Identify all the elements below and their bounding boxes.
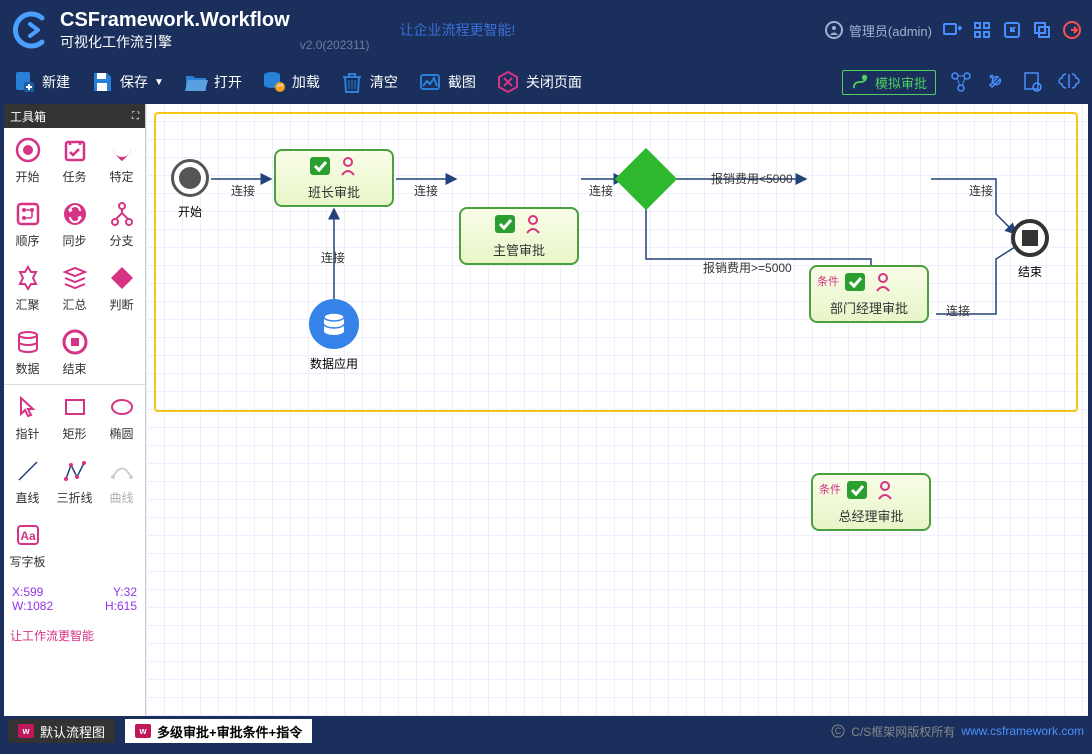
edge-label: 连接 <box>589 182 613 199</box>
edge-label: 连接 <box>231 182 255 199</box>
tool-textpad[interactable]: Aa写字板 <box>4 513 51 577</box>
tab-icon: w <box>18 724 34 738</box>
logo-icon <box>10 10 50 50</box>
node-dept-manager-approval[interactable]: 条件 部门经理审批 <box>809 265 929 323</box>
copyright-text: C/S框架网版权所有 <box>851 723 955 740</box>
save-button[interactable]: 保存 ▼ <box>90 70 164 94</box>
new-button[interactable]: 新建 <box>12 70 70 94</box>
close-hex-icon <box>496 70 520 94</box>
simulate-icon <box>851 73 869 91</box>
toolbox-header: 工具箱 ⛶ <box>4 104 145 128</box>
tool-end[interactable]: 结束 <box>51 320 98 384</box>
node-start[interactable]: 开始 <box>171 159 209 197</box>
slogan-text: 让企业流程更智能! <box>400 20 516 40</box>
main-toolbar: 新建 保存 ▼ 打开 加载 清空 截图 关闭页面 模拟审批 <box>0 60 1092 104</box>
person-icon <box>524 213 546 235</box>
tool-judge[interactable]: 判断 <box>98 256 145 320</box>
nodes-icon[interactable] <box>950 71 972 93</box>
toolbox-expand-icon[interactable]: ⛶ <box>132 111 139 122</box>
settings-doc-icon[interactable] <box>1022 71 1044 93</box>
tool-sync[interactable]: 同步 <box>51 192 98 256</box>
edge-label: 连接 <box>969 182 993 199</box>
screenshot-icon <box>418 70 442 94</box>
node-end[interactable]: 结束 <box>1011 219 1049 257</box>
tool-rect[interactable]: 矩形 <box>51 385 98 449</box>
user-icon <box>825 21 843 39</box>
edge-label: 连接 <box>321 249 345 266</box>
load-button[interactable]: 加载 <box>262 70 320 94</box>
tool-branch[interactable]: 分支 <box>98 192 145 256</box>
brain-icon[interactable] <box>1058 71 1080 93</box>
person-icon <box>339 155 361 177</box>
copy-icon[interactable] <box>1032 20 1052 40</box>
clipboard-check-icon <box>307 155 333 177</box>
tab-icon: w <box>135 724 151 738</box>
svg-text:Aa: Aa <box>20 529 36 543</box>
new-file-icon <box>12 70 36 94</box>
tool-summary[interactable]: 汇总 <box>51 256 98 320</box>
wrench-icon[interactable] <box>986 71 1008 93</box>
tab-multilevel-approval[interactable]: w 多级审批+审批条件+指令 <box>125 719 312 743</box>
open-button[interactable]: 打开 <box>184 70 242 94</box>
clipboard-check-icon <box>842 271 868 293</box>
node-team-leader-approval[interactable]: 班长审批 <box>274 149 394 207</box>
tool-merge[interactable]: 汇聚 <box>4 256 51 320</box>
tool-ellipse[interactable]: 椭圆 <box>98 385 145 449</box>
app-header: CSFramework.Workflow 可视化工作流引擎 v2.0(20231… <box>0 0 1092 60</box>
close-page-button[interactable]: 关闭页面 <box>496 70 582 94</box>
layout-icon[interactable] <box>942 20 962 40</box>
tool-data[interactable]: 数据 <box>4 320 51 384</box>
svg-text:C: C <box>835 726 842 736</box>
footer-bar: w 默认流程图 w 多级审批+审批条件+指令 C C/S框架网版权所有 www.… <box>0 716 1092 746</box>
toolbox-panel: 工具箱 ⛶ 开始 任务 特定 顺序 同步 分支 汇聚 汇总 判断 数据 结束 指… <box>4 104 146 716</box>
tool-task[interactable]: 任务 <box>51 128 98 192</box>
grid-icon[interactable] <box>972 20 992 40</box>
edge-label: 连接 <box>414 182 438 199</box>
user-name: 管理员(admin) <box>849 21 932 40</box>
clipboard-check-icon <box>492 213 518 235</box>
simulate-approval-button[interactable]: 模拟审批 <box>842 70 936 95</box>
chevron-down-icon: ▼ <box>154 77 164 88</box>
tool-start[interactable]: 开始 <box>4 128 51 192</box>
open-folder-icon <box>184 70 208 94</box>
coordinates-display: X:599Y:32 W:1082H:615 <box>4 577 145 621</box>
exit-icon[interactable] <box>1062 20 1082 40</box>
trash-icon <box>340 70 364 94</box>
edge-label-cond-lt: 报销费用<5000 <box>711 170 793 187</box>
node-decision[interactable] <box>624 157 668 201</box>
node-supervisor-approval[interactable]: 主管审批 <box>459 207 579 265</box>
node-data-app[interactable]: 数据应用 <box>309 299 359 349</box>
tab-default-flowchart[interactable]: w 默认流程图 <box>8 719 115 743</box>
save-icon <box>90 70 114 94</box>
edge-label: 连接 <box>946 302 970 319</box>
person-icon <box>876 479 898 501</box>
database-icon <box>319 309 349 339</box>
tool-sequence[interactable]: 顺序 <box>4 192 51 256</box>
version-label: v2.0(202311) <box>300 38 370 52</box>
import-icon[interactable] <box>1002 20 1022 40</box>
clipboard-check-icon <box>844 479 870 501</box>
database-load-icon <box>262 70 286 94</box>
screenshot-button[interactable]: 截图 <box>418 70 476 94</box>
workflow-canvas[interactable]: 开始 班长审批 主管审批 条件 部门经理审批 <box>146 104 1088 716</box>
main-area: 工具箱 ⛶ 开始 任务 特定 顺序 同步 分支 汇聚 汇总 判断 数据 结束 指… <box>4 104 1088 716</box>
info-icon: C <box>831 724 845 738</box>
tool-specific[interactable]: 特定 <box>98 128 145 192</box>
node-gm-approval[interactable]: 条件 总经理审批 <box>811 473 931 531</box>
toolbox-footer-text: 让工作流更智能 <box>4 621 145 650</box>
tool-line[interactable]: 直线 <box>4 449 51 513</box>
app-title: CSFramework.Workflow <box>60 9 290 32</box>
edge-label-cond-gte: 报销费用>=5000 <box>703 259 792 276</box>
person-icon <box>874 271 896 293</box>
tool-polyline[interactable]: 三折线 <box>51 449 98 513</box>
app-subtitle: 可视化工作流引擎 <box>60 32 290 52</box>
tool-curve[interactable]: 曲线 <box>98 449 145 513</box>
footer-url[interactable]: www.csframework.com <box>961 724 1084 738</box>
user-display[interactable]: 管理员(admin) <box>825 21 932 40</box>
tool-pointer[interactable]: 指针 <box>4 385 51 449</box>
clear-button[interactable]: 清空 <box>340 70 398 94</box>
